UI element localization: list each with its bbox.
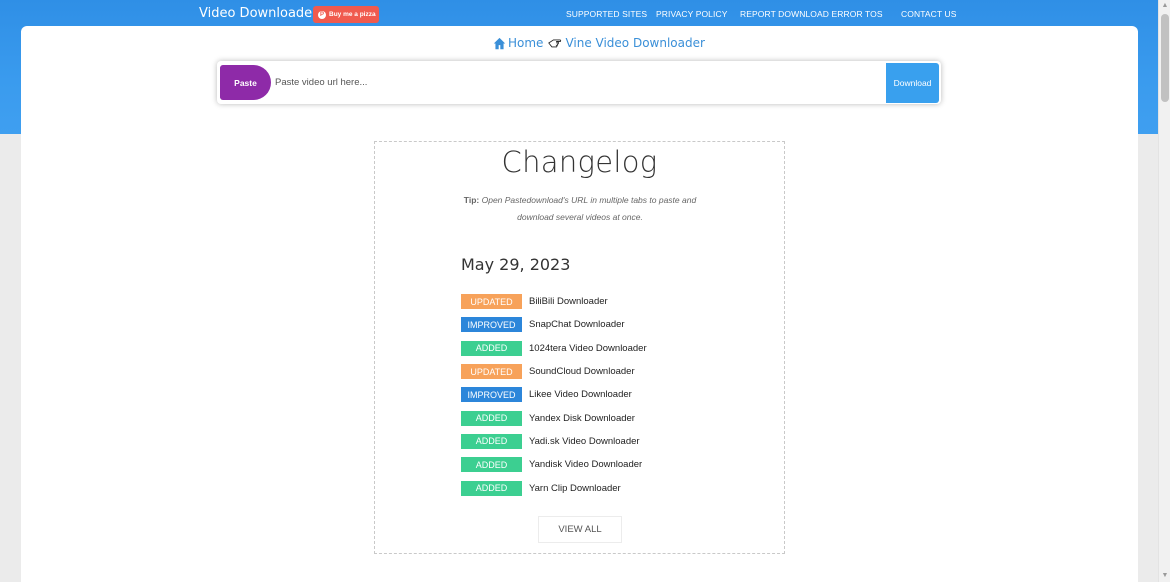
list-item: ADDED 1024tera Video Downloader: [461, 337, 647, 360]
nav-supported-sites[interactable]: SUPPORTED SITES: [566, 9, 647, 19]
nav-privacy-policy[interactable]: PRIVACY POLICY: [656, 9, 727, 19]
breadcrumb-current-link[interactable]: Vine Video Downloader: [565, 36, 704, 50]
nav-contact-us[interactable]: CONTACT US: [901, 9, 956, 19]
buy-me-a-pizza-button[interactable]: P Buy me a pizza: [313, 6, 379, 23]
tip-label: Tip:: [463, 195, 480, 205]
video-url-input[interactable]: [273, 65, 885, 100]
changelog-panel: Changelog Tip: Open Pastedownload's URL …: [374, 141, 785, 554]
top-navigation: Video Downloader P Buy me a pizza SUPPOR…: [0, 0, 1158, 26]
entry-text: Yarn Clip Downloader: [529, 482, 621, 494]
url-search-bar: Paste Download: [217, 61, 941, 104]
scroll-up-icon[interactable]: ▲: [1161, 2, 1169, 10]
status-badge: IMPROVED: [461, 387, 522, 403]
list-item: IMPROVED SnapChat Downloader: [461, 313, 647, 336]
status-badge: UPDATED: [461, 364, 522, 380]
changelog-date: May 29, 2023: [461, 255, 571, 274]
entry-text: Yadi.sk Video Downloader: [529, 435, 640, 447]
entry-text: SoundCloud Downloader: [529, 366, 635, 378]
brand-logo-link[interactable]: Video Downloader: [199, 6, 318, 21]
home-icon: [493, 37, 506, 49]
entry-text: Yandisk Video Downloader: [529, 459, 643, 471]
download-button[interactable]: Download: [886, 63, 939, 103]
tip-body: Open Pastedownload's URL in multiple tab…: [481, 195, 697, 222]
breadcrumb-home-link[interactable]: Home: [508, 36, 543, 50]
pointing-hand-icon: [548, 39, 562, 48]
scroll-down-icon[interactable]: ▼: [1161, 572, 1169, 580]
paste-button[interactable]: Paste: [220, 65, 271, 100]
entry-text: SnapChat Downloader: [529, 319, 625, 331]
list-item: ADDED Yarn Clip Downloader: [461, 476, 647, 499]
pizza-icon: P: [318, 10, 326, 19]
entry-text: 1024tera Video Downloader: [529, 342, 647, 354]
status-badge: ADDED: [461, 457, 522, 473]
status-badge: UPDATED: [461, 294, 522, 310]
page-scrollbar[interactable]: ▲ ▼: [1158, 0, 1170, 582]
list-item: ADDED Yandex Disk Downloader: [461, 406, 647, 429]
entry-text: Likee Video Downloader: [529, 389, 632, 401]
changelog-list: UPDATED BiliBili Downloader IMPROVED Sna…: [461, 290, 647, 500]
view-all-button[interactable]: VIEW ALL: [538, 516, 622, 543]
scrollbar-thumb[interactable]: [1161, 14, 1169, 102]
status-badge: IMPROVED: [461, 317, 522, 333]
nav-report-download-error[interactable]: REPORT DOWNLOAD ERROR: [740, 9, 863, 19]
entry-text: Yandex Disk Downloader: [529, 412, 635, 424]
list-item: UPDATED SoundCloud Downloader: [461, 360, 647, 383]
pizza-button-label: Buy me a pizza: [329, 11, 376, 18]
list-item: ADDED Yadi.sk Video Downloader: [461, 430, 647, 453]
list-item: IMPROVED Likee Video Downloader: [461, 383, 647, 406]
breadcrumb: Home Vine Video Downloader: [493, 35, 705, 51]
status-badge: ADDED: [461, 410, 522, 426]
tip-text: Tip: Open Pastedownload's URL in multipl…: [455, 192, 705, 226]
status-badge: ADDED: [461, 340, 522, 356]
list-item: ADDED Yandisk Video Downloader: [461, 453, 647, 476]
status-badge: ADDED: [461, 480, 522, 496]
list-item: UPDATED BiliBili Downloader: [461, 290, 647, 313]
changelog-title: Changelog: [501, 145, 658, 179]
nav-tos[interactable]: TOS: [865, 9, 883, 19]
status-badge: ADDED: [461, 433, 522, 449]
entry-text: BiliBili Downloader: [529, 296, 608, 308]
